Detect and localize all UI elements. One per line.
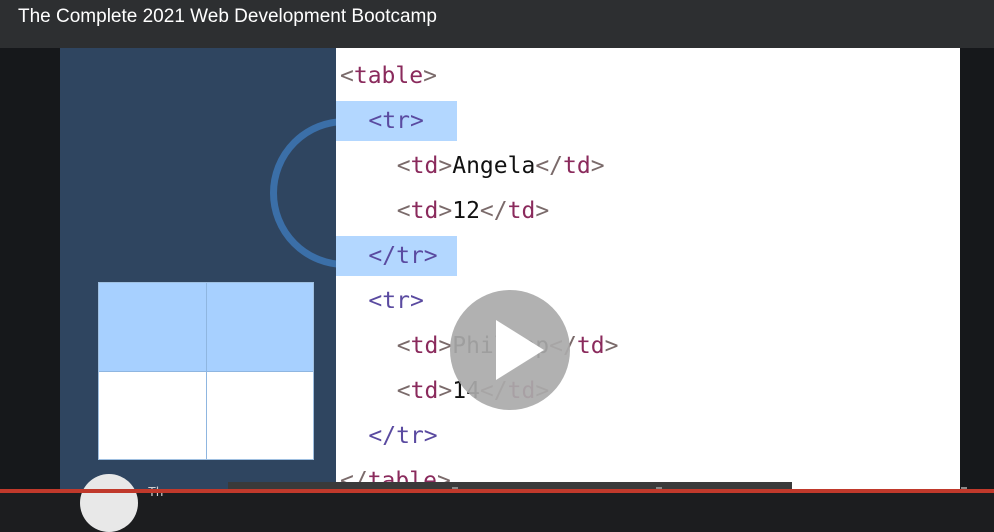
- code-line: <tr>: [368, 108, 424, 134]
- code-line: <tr>: [368, 288, 424, 314]
- table-illustration: [98, 282, 314, 460]
- code-line: </tr>: [368, 243, 438, 269]
- code-line: <td>Angela</td>: [396, 153, 605, 179]
- code-line: </tr>: [368, 423, 438, 449]
- video-player[interactable]: <table> <tr> <td>Angela</td> <td>12</td> </t…: [0, 48, 994, 493]
- code-panel: <table> <tr> <td>Angela</td> <td>12</td> </t…: [336, 48, 960, 493]
- play-icon: [496, 320, 544, 380]
- code-line: <td>12</td>: [396, 198, 550, 224]
- player-controls-bar[interactable]: [228, 482, 792, 489]
- course-title: The Complete 2021 Web Development Bootca…: [18, 6, 437, 27]
- course-header: The Complete 2021 Web Development Bootca…: [0, 0, 994, 48]
- play-button[interactable]: [450, 290, 570, 410]
- code-line: <table>: [340, 63, 437, 89]
- video-progress-bar[interactable]: [0, 489, 994, 493]
- video-frame[interactable]: <table> <tr> <td>Angela</td> <td>12</td> </t…: [60, 48, 960, 493]
- instructor-avatar: [80, 474, 138, 532]
- table-illustration-divider: [206, 283, 207, 459]
- video-progress-fill: [0, 489, 994, 493]
